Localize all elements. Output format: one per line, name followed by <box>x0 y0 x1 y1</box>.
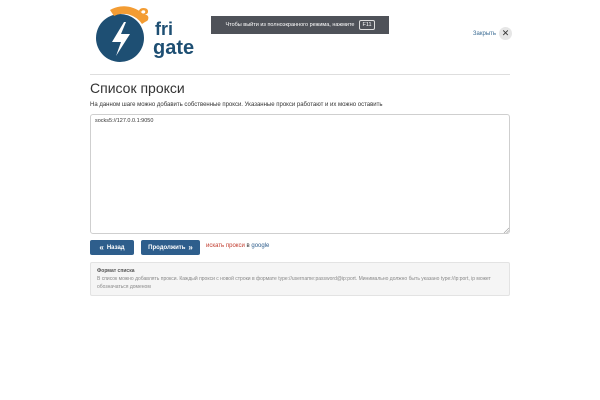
header-divider <box>90 74 510 75</box>
continue-button-label: Продолжить <box>148 244 186 251</box>
format-info-text: В список можно добавлять прокси. Каждый … <box>97 276 491 290</box>
f11-key-badge: F11 <box>359 20 375 30</box>
fullscreen-exit-banner: Чтобы выйти из полноэкранного режима, на… <box>211 16 389 34</box>
format-info-box: Формат списка В список можно добавлять п… <box>90 262 510 296</box>
close-icon[interactable]: ✕ <box>499 27 512 40</box>
close-control[interactable]: Закрыть ✕ <box>473 27 512 40</box>
proxy-list-textarea[interactable] <box>90 114 510 234</box>
back-button-label: Назад <box>106 244 125 251</box>
close-label[interactable]: Закрыть <box>473 31 496 37</box>
search-proxy-line: искать прокси в google <box>206 243 269 249</box>
double-chevron-right-icon: » <box>188 242 193 252</box>
logo-digit: 3 <box>138 5 150 27</box>
double-chevron-left-icon: « <box>99 242 104 252</box>
page-description: На данном шаге можно добавить собственны… <box>90 102 383 108</box>
logo-text-fri: fri <box>155 19 173 39</box>
format-info-title: Формат списка <box>97 268 135 274</box>
google-link[interactable]: google <box>251 243 269 249</box>
search-proxy-link[interactable]: искать прокси <box>206 243 245 249</box>
logo-text-gate: gate <box>153 37 195 59</box>
resize-grip-icon[interactable] <box>503 227 509 233</box>
fullscreen-banner-text: Чтобы выйти из полноэкранного режима, на… <box>225 22 355 28</box>
page-title: Список прокси <box>90 80 185 96</box>
back-button[interactable]: « Назад <box>90 240 134 255</box>
frigate-logo: 3 fri gate <box>90 6 205 64</box>
continue-button[interactable]: Продолжить » <box>141 240 200 255</box>
